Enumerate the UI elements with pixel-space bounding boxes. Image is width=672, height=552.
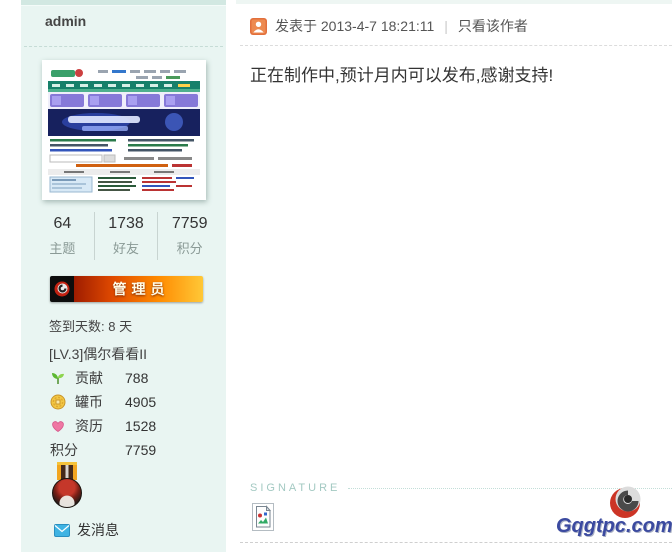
credit-value: 4905 <box>125 394 157 410</box>
admin-group-badge: 管理员 <box>50 276 203 302</box>
coin-icon <box>50 394 75 410</box>
send-message-link[interactable]: 发消息 <box>54 520 119 540</box>
user-avatar[interactable] <box>42 60 206 200</box>
stat-threads[interactable]: 64 主题 <box>31 212 94 260</box>
credit-label: 贡献 <box>75 370 103 386</box>
watermark-text: Gqgtpc.com <box>556 515 672 537</box>
avatar-website-thumbnail <box>46 64 202 196</box>
author-person-icon <box>250 17 267 35</box>
broken-image-icon <box>252 503 274 531</box>
post-bottom-divider-line <box>240 542 672 543</box>
credit-row-contribution: 贡献 788 <box>21 366 226 390</box>
post-content: 正在制作中,预计月内可以发布,感谢支持! <box>250 66 554 85</box>
credit-label: 积分 <box>50 442 78 458</box>
stat-value: 1738 <box>108 215 144 232</box>
credit-row-coins: 罐币 4905 <box>21 390 226 414</box>
profile-stats-row: 64 主题 1738 好友 7759 积分 <box>31 212 221 260</box>
admin-badge-logo-icon <box>50 276 74 302</box>
post-panel: 发表于 2013-4-7 18:21:11 | 只看该作者 正在制作中,预计月内… <box>236 0 672 552</box>
group-badge-label: 管理员 <box>74 276 203 302</box>
stat-value: 7759 <box>171 215 208 232</box>
post-timestamp: 发表于 2013-4-7 18:21:11 <box>275 18 435 34</box>
username-link[interactable]: admin <box>45 13 86 29</box>
sidebar-divider <box>24 46 223 47</box>
credit-value: 7759 <box>125 442 157 458</box>
post-top-strip <box>236 0 672 4</box>
credit-list: 贡献 788 罐币 4905 资历 1528 积分 7759 <box>21 366 226 462</box>
medal-disc <box>52 478 82 508</box>
header-divider: | <box>444 18 448 34</box>
post-header: 发表于 2013-4-7 18:21:11 | 只看该作者 <box>250 16 528 36</box>
credit-row-seniority: 资历 1528 <box>21 414 226 438</box>
signin-days-text: 签到天数: 8 天 <box>49 319 133 334</box>
medal-icon <box>52 462 82 512</box>
envelope-icon <box>54 523 70 537</box>
sprout-icon <box>50 370 75 386</box>
stat-points[interactable]: 7759 积分 <box>157 212 221 260</box>
stat-label: 主题 <box>49 241 76 256</box>
only-author-link[interactable]: 只看该作者 <box>458 16 528 36</box>
watermark: Gqgtpc.com <box>556 484 672 538</box>
sidebar-top-strip <box>21 0 226 6</box>
post-header-divider-line <box>240 45 672 46</box>
credit-value: 788 <box>125 370 149 386</box>
stat-label: 好友 <box>113 241 140 256</box>
signature-label: SIGNATURE <box>250 482 341 494</box>
credit-value: 1528 <box>125 418 157 434</box>
profile-sidebar: admin 64 主题 1738 好友 7759 积分 管理员 签到天数: 8 … <box>21 0 226 552</box>
send-message-label: 发消息 <box>77 522 119 538</box>
user-level-text: [LV.3]偶尔看看II <box>49 346 148 362</box>
stat-label: 积分 <box>176 241 203 256</box>
forum-post-page: admin 64 主题 1738 好友 7759 积分 管理员 签到天数: 8 … <box>0 0 672 552</box>
stat-value: 64 <box>53 215 72 232</box>
credit-label: 资历 <box>75 418 103 434</box>
heart-icon <box>50 418 75 434</box>
credit-row-points: 积分 7759 <box>21 438 226 462</box>
credit-label: 罐币 <box>75 394 103 410</box>
stat-friends[interactable]: 1738 好友 <box>93 212 158 260</box>
